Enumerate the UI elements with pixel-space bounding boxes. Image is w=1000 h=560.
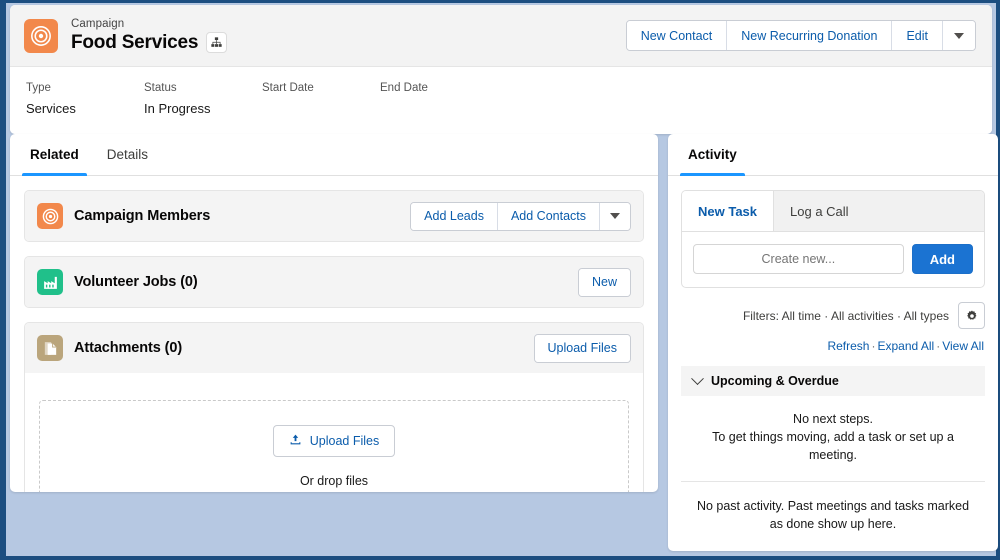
expand-all-link[interactable]: Expand All	[877, 339, 934, 353]
add-button[interactable]: Add	[911, 244, 973, 274]
field-type: Type Services	[26, 80, 144, 118]
upload-files-header-button[interactable]: Upload Files	[534, 334, 630, 362]
tab-log-a-call[interactable]: Log a Call	[774, 191, 865, 231]
record-title-row: Food Services	[71, 31, 228, 55]
gear-icon[interactable]	[958, 302, 985, 329]
card-actions: Add Leads Add Contacts	[410, 201, 631, 231]
chevron-down-icon	[610, 213, 620, 219]
volunteer-jobs-icon	[37, 269, 63, 295]
record-actions-more-button[interactable]	[943, 21, 975, 50]
tab-new-task[interactable]: New Task	[682, 191, 775, 231]
empty-next-steps: No next steps. To get things moving, add…	[668, 396, 998, 481]
tab-related[interactable]: Related	[16, 134, 93, 176]
activity-links-row: Refresh · Expand All · View All	[668, 329, 998, 353]
card-actions: New	[577, 267, 631, 297]
record-header-top: Campaign Food Services New Contact New R…	[10, 5, 992, 67]
composer-body: Add	[682, 232, 984, 287]
activity-filters-row: Filters: All time · All activities · All…	[668, 288, 998, 329]
new-volunteer-job-button[interactable]: New	[578, 268, 630, 296]
card-actions: Upload Files	[533, 333, 631, 363]
empty-next-steps-line-2: To get things moving, add a task or set …	[712, 430, 954, 462]
new-contact-button[interactable]: New Contact	[626, 21, 728, 50]
empty-next-steps-line-1: No next steps.	[793, 412, 873, 426]
tab-details[interactable]: Details	[93, 134, 162, 175]
record-tabs: Related Details	[10, 134, 658, 176]
hierarchy-icon[interactable]	[206, 32, 228, 53]
page-title: Food Services	[71, 31, 199, 53]
field-value: In Progress	[144, 101, 211, 116]
field-label: Type	[26, 82, 51, 94]
dropzone-inner[interactable]: Upload Files Or drop files	[39, 400, 629, 492]
campaign-members-more-button[interactable]	[600, 202, 630, 230]
activity-panel-tabs: Activity	[668, 134, 998, 176]
card-campaign-members: Campaign Members Add Leads Add Contacts	[24, 190, 644, 242]
edit-button[interactable]: Edit	[892, 21, 943, 50]
record-header: Campaign Food Services New Contact New R…	[10, 5, 992, 134]
link-separator: ·	[936, 339, 941, 353]
create-new-input[interactable]	[693, 244, 904, 274]
new-recurring-donation-button[interactable]: New Recurring Donation	[727, 21, 893, 50]
record-type-label: Campaign	[71, 17, 125, 30]
field-value: Services	[26, 101, 76, 116]
field-end-date: End Date	[380, 80, 498, 118]
attachment-document-icon	[37, 335, 63, 361]
drop-files-text: Or drop files	[299, 474, 369, 488]
card-attachments: Attachments (0) Upload Files Upload File…	[24, 322, 644, 492]
filters-summary: Filters: All time · All activities · All…	[742, 308, 949, 323]
record-highlight-fields: Type Services Status In Progress Start D…	[10, 67, 992, 134]
add-leads-button[interactable]: Add Leads	[411, 202, 498, 230]
field-value	[380, 99, 498, 118]
chevron-down-icon	[954, 32, 964, 39]
field-start-date: Start Date	[262, 80, 380, 118]
card-header: Campaign Members Add Leads Add Contacts	[25, 191, 643, 241]
record-header-titles: Campaign Food Services	[71, 17, 228, 55]
field-label: End Date	[380, 82, 428, 94]
campaign-target-icon	[24, 18, 58, 53]
field-label: Status	[144, 82, 177, 94]
upload-files-label: Upload Files	[309, 434, 380, 448]
record-header-actions: New Contact New Recurring Donation Edit	[625, 20, 976, 51]
field-label: Start Date	[262, 82, 314, 94]
upload-arrow-icon	[289, 433, 302, 449]
upload-files-button[interactable]: Upload Files	[272, 425, 396, 457]
card-header: Volunteer Jobs (0) New	[25, 257, 643, 307]
section-label: Upcoming & Overdue	[711, 374, 839, 388]
view-all-link[interactable]: View All	[942, 339, 984, 353]
card-title: Volunteer Jobs (0)	[74, 274, 198, 290]
card-title: Attachments (0)	[74, 340, 183, 356]
chevron-down-icon	[691, 371, 704, 385]
file-dropzone[interactable]: Upload Files Or drop files	[25, 373, 643, 492]
tab-activity[interactable]: Activity	[674, 134, 751, 176]
activity-composer: New Task Log a Call Add	[681, 190, 985, 288]
section-upcoming-overdue[interactable]: Upcoming & Overdue	[681, 366, 985, 396]
card-header: Attachments (0) Upload Files	[25, 323, 643, 373]
field-status: Status In Progress	[144, 80, 262, 118]
card-volunteer-jobs: Volunteer Jobs (0) New	[24, 256, 644, 308]
empty-past-activity: No past activity. Past meetings and task…	[696, 499, 970, 531]
composer-tabs: New Task Log a Call	[682, 191, 984, 232]
campaign-target-icon	[37, 203, 63, 229]
field-value	[262, 99, 380, 118]
add-contacts-button[interactable]: Add Contacts	[497, 202, 600, 230]
activity-panel: Activity New Task Log a Call Add Filters…	[668, 134, 998, 551]
card-title: Campaign Members	[74, 208, 211, 224]
refresh-link[interactable]: Refresh	[827, 339, 869, 353]
main-content-column: Related Details Campaign Members Add Lea…	[10, 134, 658, 492]
